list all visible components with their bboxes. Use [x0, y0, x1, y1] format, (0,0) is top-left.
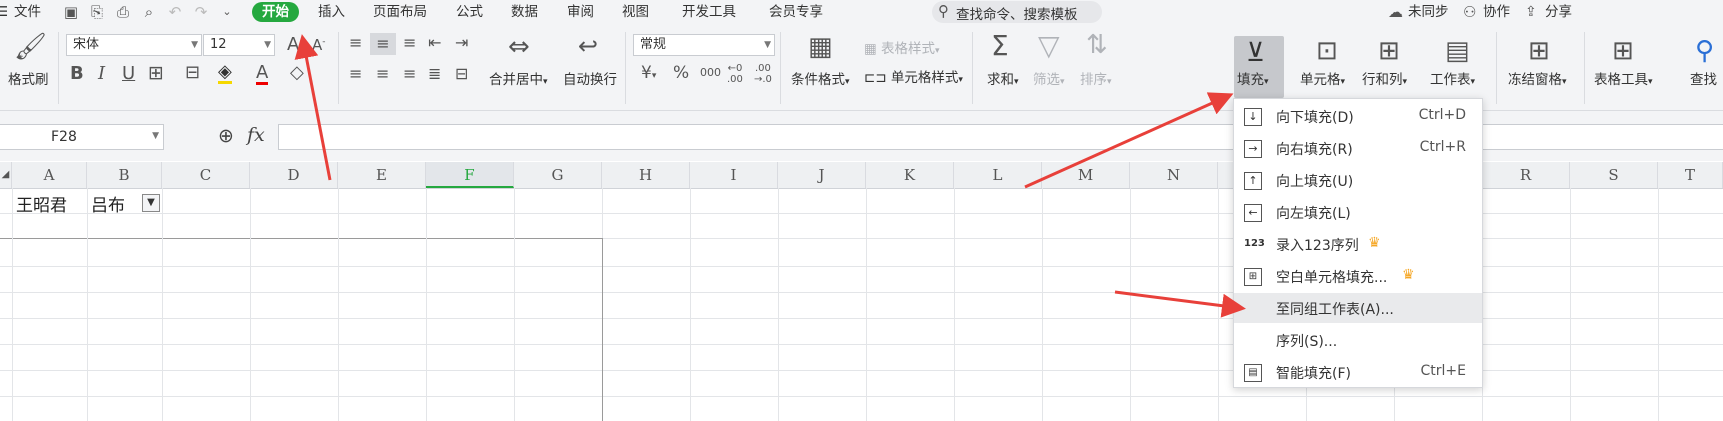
annotation-arrows [294, 34, 1246, 318]
arrow-to-fill-button [1024, 92, 1234, 189]
arrow-to-home-tab [294, 34, 332, 181]
arrow-to-group-sheets-item [1114, 290, 1246, 318]
